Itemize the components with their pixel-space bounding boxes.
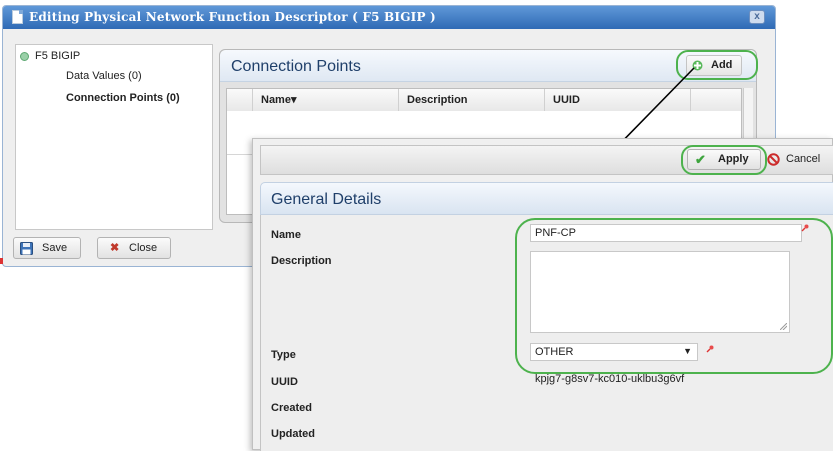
updated-label: Updated xyxy=(271,428,315,440)
close-label: Close xyxy=(129,242,158,254)
column-name-label: Name xyxy=(261,94,291,106)
tree-item-data-values[interactable]: Data Values (0) xyxy=(66,70,142,82)
descriptor-tree: F5 BIGIP Data Values (0) Connection Poin… xyxy=(15,44,213,230)
tree-node-icon xyxy=(20,52,29,61)
window-title: Editing Physical Network Function Descri… xyxy=(29,10,436,24)
general-details-title: General Details xyxy=(271,191,382,208)
tree-root-item[interactable]: F5 BIGIP xyxy=(35,50,80,62)
checkmark-icon: ✔ xyxy=(695,152,706,167)
cancel-prohibited-icon xyxy=(767,153,780,166)
apply-label: Apply xyxy=(718,153,749,165)
add-label: Add xyxy=(711,59,733,71)
type-label: Type xyxy=(271,349,296,361)
window-close-icon[interactable]: x xyxy=(749,10,765,24)
save-button[interactable]: Save xyxy=(13,237,81,259)
close-x-icon: ✖ xyxy=(110,242,120,254)
tree-item-connection-points[interactable]: Connection Points (0) xyxy=(66,92,180,104)
general-details-header: General Details xyxy=(260,182,833,215)
uuid-value: kpjg7-g8sv7-kc010-uklbu3g6vf xyxy=(535,373,685,385)
document-icon xyxy=(12,10,23,24)
description-label: Description xyxy=(271,255,332,267)
cancel-button[interactable]: Cancel xyxy=(767,150,833,170)
name-label: Name xyxy=(271,229,301,241)
connection-points-title: Connection Points xyxy=(231,58,361,75)
column-header-description[interactable]: Description xyxy=(399,89,545,111)
window-title-bar[interactable]: Editing Physical Network Function Descri… xyxy=(3,6,775,29)
apply-button[interactable]: ✔ Apply xyxy=(687,149,761,170)
cancel-label: Cancel xyxy=(786,153,821,165)
floppy-disk-icon xyxy=(20,242,33,255)
close-button[interactable]: ✖ Close xyxy=(97,237,171,259)
sort-down-icon: ▾ xyxy=(290,94,297,106)
column-header-name[interactable]: Name▾ xyxy=(253,89,399,111)
uuid-label: UUID xyxy=(271,376,298,388)
table-select-column[interactable] xyxy=(227,89,253,111)
connection-point-detail-panel: ✔ Apply Cancel General Details Name PNF-… xyxy=(252,138,833,451)
save-label: Save xyxy=(42,242,68,254)
created-label: Created xyxy=(271,402,312,414)
fields-highlight xyxy=(515,218,833,374)
edge-marker xyxy=(0,258,3,264)
